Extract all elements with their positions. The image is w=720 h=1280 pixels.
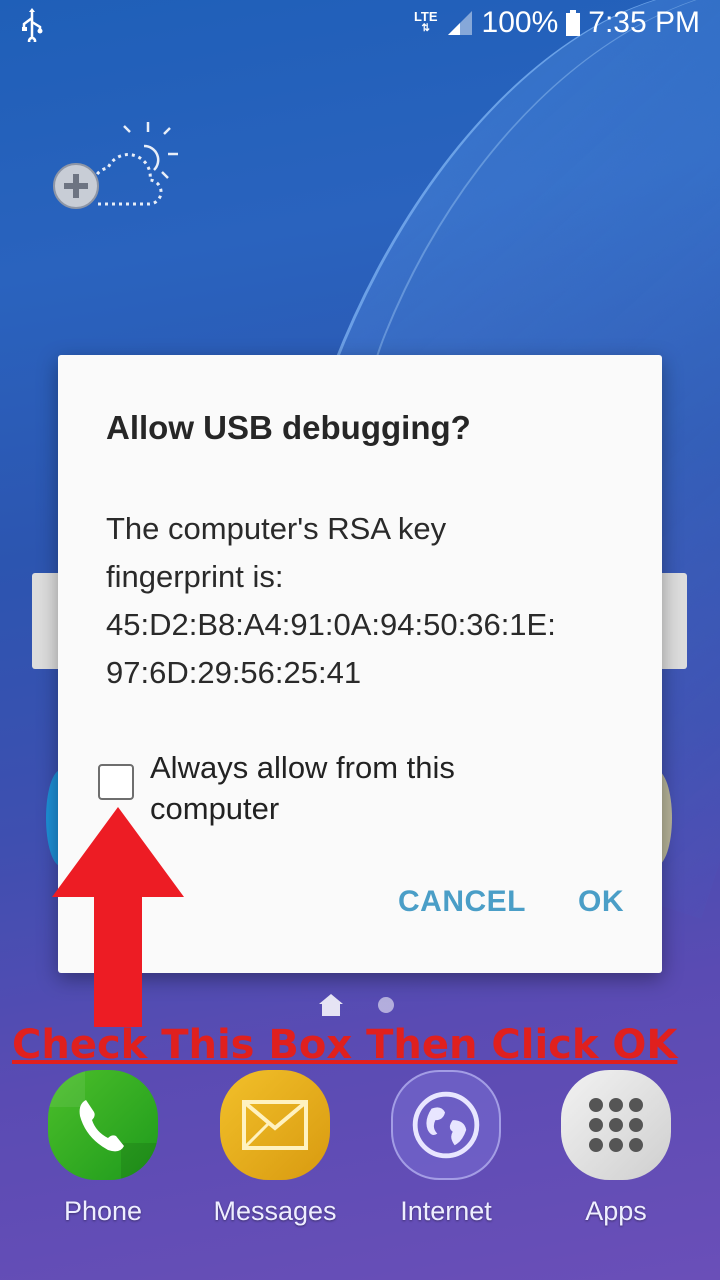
dock-item-apps[interactable]: Apps — [546, 1070, 686, 1227]
message-line: The computer's RSA key — [106, 511, 447, 546]
signal-icon — [447, 11, 472, 35]
home-page-icon — [319, 994, 343, 1016]
battery-icon — [566, 10, 581, 36]
cancel-button[interactable]: CANCEL — [398, 885, 526, 919]
annotation-text: Check This Box Then Click OK — [12, 1022, 678, 1068]
dock-label: Apps — [585, 1196, 647, 1226]
dock-item-messages[interactable]: Messages — [205, 1070, 345, 1227]
weather-add-widget[interactable] — [52, 120, 182, 212]
usb-icon — [22, 8, 43, 42]
dock-label: Internet — [400, 1196, 492, 1226]
phone-icon — [48, 1070, 158, 1180]
envelope-icon — [220, 1070, 330, 1180]
apps-grid-icon — [561, 1070, 671, 1180]
status-indicators: LTE ⇅ 100% 7:35 PM — [414, 6, 700, 40]
message-line: 45:D2:B8:A4:91:0A:94:50:36:1E: — [106, 607, 556, 642]
page-indicator — [318, 993, 394, 1017]
dialog-title: Allow USB debugging? — [106, 409, 471, 446]
message-line: fingerprint is: — [106, 559, 284, 594]
dock-item-phone[interactable]: Phone — [33, 1070, 173, 1227]
page-dot — [378, 997, 394, 1013]
lte-indicator: LTE ⇅ — [413, 9, 438, 34]
always-allow-checkbox[interactable] — [98, 764, 134, 800]
ok-button[interactable]: OK — [578, 885, 624, 919]
dock-item-internet[interactable]: Internet — [376, 1070, 516, 1227]
dock-label: Phone — [63, 1196, 143, 1226]
always-allow-label[interactable]: Always allow from this computer — [150, 747, 570, 829]
network-type: LTE — [413, 9, 438, 24]
battery-percent: 100% — [481, 6, 559, 39]
app-dock: Phone Messages Internet Apps — [0, 1070, 720, 1240]
dialog-message: The computer's RSA key fingerprint is: 4… — [106, 505, 626, 697]
red-arrow-icon — [52, 807, 184, 1027]
message-line: 97:6D:29:56:25:41 — [106, 655, 362, 690]
sun-icon — [123, 122, 178, 179]
status-bar: LTE ⇅ 100% 7:35 PM — [0, 0, 720, 50]
globe-icon — [391, 1070, 501, 1180]
dock-label: Messages — [213, 1196, 337, 1226]
clock: 7:35 PM — [588, 6, 700, 39]
